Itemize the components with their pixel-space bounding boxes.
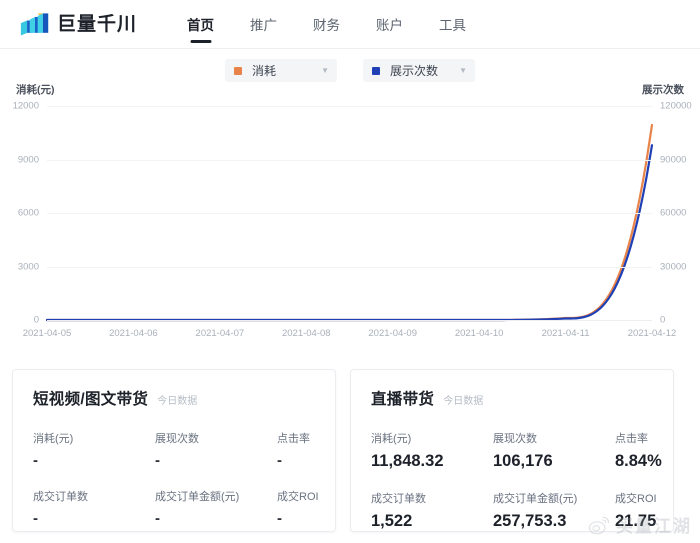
metric-label: 成交ROI <box>277 491 319 503</box>
metric-cell: 成交订单数 - <box>33 488 155 526</box>
metric-label: 点击率 <box>277 433 310 445</box>
metric-cell: 成交订单金额(元) - <box>155 488 277 526</box>
summary-cards: 短视频/图文带货 今日数据 消耗(元) - 展现次数 - 点击率 - 成交订单数 - 成交订单金额(… <box>12 369 674 532</box>
y-tick-left: 3000 <box>17 260 39 272</box>
metric-cell: 成交订单数 1,522 <box>371 490 493 530</box>
x-tick-label: 2021-04-09 <box>368 328 418 339</box>
card-header: 短视频/图文带货 今日数据 <box>33 387 315 409</box>
metric-value: - <box>155 510 160 527</box>
app-header: 巨量千川 首页 推广 财务 账户 工具 <box>0 0 700 49</box>
card-header: 直播带货 今日数据 <box>371 387 653 409</box>
y-tick-right: 60000 <box>660 207 687 219</box>
overview-chart: 消耗(元) 展示次数 0 0 3000 30000 6000 60000 9000 90000… <box>0 78 700 348</box>
legend-swatch-icon <box>234 66 242 75</box>
gridline <box>47 320 652 321</box>
summary-card-0: 短视频/图文带货 今日数据 消耗(元) - 展现次数 - 点击率 - 成交订单数 - 成交订单金额(… <box>12 369 336 532</box>
series-line-1 <box>47 145 652 320</box>
card-period-tag: 今日数据 <box>443 396 484 407</box>
metric-cell: 消耗(元) 11,848.32 <box>371 430 493 470</box>
metric-label: 成交ROI <box>615 492 657 505</box>
card-title: 直播带货 <box>371 391 435 408</box>
nav-item-label: 账户 <box>376 18 404 33</box>
gridline <box>47 266 652 268</box>
metric-value: - <box>33 452 38 469</box>
y-tick-left: 0 <box>33 314 39 326</box>
metric-value: 11,848.32 <box>371 452 444 470</box>
chart-plot-area: 0 0 3000 30000 6000 60000 9000 90000 12000 120000 <box>13 101 692 324</box>
y-tick-right: 90000 <box>660 153 687 165</box>
main-nav: 首页 推广 财务 账户 工具 <box>169 0 484 49</box>
y-tick-right: 120000 <box>660 100 692 112</box>
metric-value: - <box>33 510 38 527</box>
metric-cell: 成交ROI 21.75 <box>615 490 662 530</box>
y-tick-left: 6000 <box>17 207 39 219</box>
metric-label: 展现次数 <box>493 433 537 445</box>
card-period-tag: 今日数据 <box>157 396 198 407</box>
gridline <box>47 213 652 214</box>
metric-cell: 点击率 - <box>277 430 319 468</box>
metric-value: - <box>277 510 282 527</box>
metric-grid: 消耗(元) 11,848.32 展现次数 106,176 点击率 8.84% 成交订单数 1,… <box>371 430 662 530</box>
app-page: 巨量千川 首页 推广 财务 账户 工具 消耗 ▼ 展示次数 ▼ 消耗(元) 展示次数 0 0 30… <box>0 0 700 543</box>
metric-value: 106,176 <box>493 452 553 470</box>
x-tick-label: 2021-04-05 <box>22 328 72 339</box>
brand[interactable]: 巨量千川 <box>20 11 137 37</box>
y-axis-right-title: 展示次数 <box>642 84 684 96</box>
y-axis-left-title: 消耗(元) <box>16 84 55 96</box>
series-line-0 <box>47 125 652 320</box>
metric-label: 成交订单数 <box>371 492 426 505</box>
metric-cell: 成交ROI - <box>277 488 319 526</box>
metric-label: 成交订单数 <box>33 491 88 503</box>
metric-label: 点击率 <box>615 433 648 445</box>
x-axis-labels: 2021-04-05 2021-04-06 2021-04-07 2021-04-08… <box>23 328 677 342</box>
x-tick-label: 2021-04-08 <box>281 328 331 339</box>
metric-label: 消耗(元) <box>371 433 412 445</box>
nav-item-label: 财务 <box>313 18 341 33</box>
nav-item-1[interactable]: 推广 <box>232 0 295 49</box>
gridline <box>47 106 652 107</box>
metric-label: 消耗(元) <box>33 433 74 445</box>
chevron-down-icon[interactable]: ▼ <box>443 66 467 75</box>
card-title: 短视频/图文带货 <box>33 391 149 408</box>
metric-label: 成交订单金额(元) <box>155 491 240 503</box>
gridline <box>47 159 652 161</box>
bar-chart-logo-icon <box>20 11 50 37</box>
metric-value: 8.84% <box>615 452 662 470</box>
y-tick-left: 9000 <box>17 153 39 165</box>
x-tick-label: 2021-04-07 <box>195 328 245 339</box>
metric-select-label: 消耗 <box>252 64 277 78</box>
metric-cell: 点击率 8.84% <box>615 430 662 470</box>
x-tick-label: 2021-04-12 <box>627 328 677 339</box>
y-tick-right: 0 <box>660 314 666 326</box>
metric-label: 展现次数 <box>155 433 199 445</box>
x-tick-label: 2021-04-10 <box>454 328 504 339</box>
chevron-down-icon[interactable]: ▼ <box>305 66 329 75</box>
metric-label: 成交订单金额(元) <box>493 492 578 505</box>
y-tick-right: 30000 <box>660 260 687 272</box>
metric-value: 21.75 <box>615 511 657 530</box>
nav-item-label: 推广 <box>250 18 278 33</box>
metric-value: 257,753.3 <box>493 511 567 530</box>
metric-grid: 消耗(元) - 展现次数 - 点击率 - 成交订单数 - 成交订单金额(元) - 成交ROI - <box>33 430 319 526</box>
metric-value: - <box>155 452 160 469</box>
nav-item-3[interactable]: 账户 <box>358 0 421 49</box>
summary-card-1: 直播带货 今日数据消耗(元) 11,848.32 展现次数 106,176 点击率 8.84… <box>350 369 674 532</box>
nav-item-0[interactable]: 首页 <box>169 0 232 49</box>
nav-item-label: 工具 <box>439 18 467 33</box>
nav-item-2[interactable]: 财务 <box>295 0 358 49</box>
brand-name: 巨量千川 <box>57 13 138 35</box>
legend-swatch-icon <box>372 66 380 75</box>
x-tick-label: 2021-04-11 <box>541 328 590 339</box>
metric-select-label: 展示次数 <box>390 64 439 78</box>
metric-cell: 消耗(元) - <box>33 430 155 468</box>
nav-item-label: 首页 <box>187 18 215 33</box>
metric-cell: 展现次数 106,176 <box>493 430 615 470</box>
x-tick-label: 2021-04-06 <box>109 328 158 339</box>
nav-item-4[interactable]: 工具 <box>421 0 484 49</box>
metric-cell: 成交订单金额(元) 257,753.3 <box>493 490 615 530</box>
metric-value: - <box>277 452 282 469</box>
metric-value: 1,522 <box>371 511 413 530</box>
metric-cell: 展现次数 - <box>155 430 277 468</box>
y-tick-left: 12000 <box>12 100 39 112</box>
